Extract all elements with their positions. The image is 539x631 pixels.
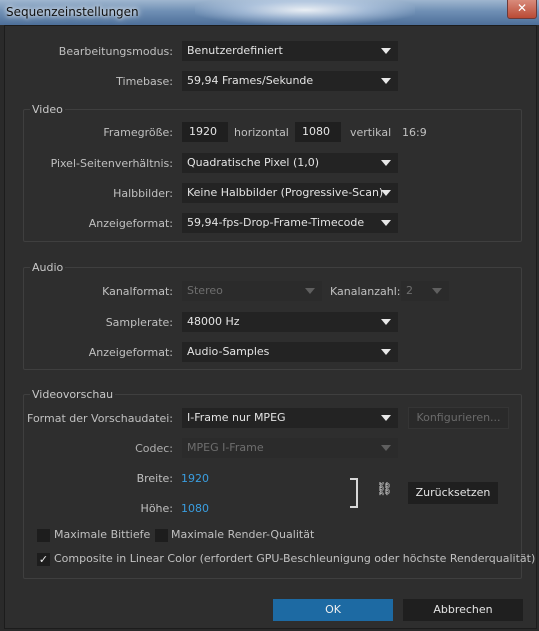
- channel-format-value: Stereo: [187, 284, 223, 297]
- chevron-down-icon: [305, 288, 315, 294]
- timebase-label: Timebase:: [116, 75, 173, 88]
- preview-file-format-dropdown[interactable]: I-Frame nur MPEG: [182, 408, 398, 428]
- frame-height-field[interactable]: 1080: [295, 122, 341, 142]
- preview-height-value[interactable]: 1080: [181, 502, 209, 515]
- chevron-down-icon: [381, 445, 391, 451]
- chevron-down-icon: [381, 48, 391, 54]
- sample-rate-dropdown[interactable]: 48000 Hz: [182, 312, 398, 332]
- aspect-ratio-text: 16:9: [402, 126, 427, 139]
- channel-count-value: 2: [406, 284, 413, 297]
- sample-rate-label: Samplerate:: [105, 316, 173, 329]
- video-preview-group-title: Videovorschau: [30, 388, 116, 401]
- max-bit-depth-label: Maximale Bittiefe: [54, 528, 151, 541]
- pixel-aspect-dropdown[interactable]: Quadratische Pixel (1,0): [182, 153, 398, 173]
- chevron-down-icon: [381, 78, 391, 84]
- sample-rate-value: 48000 Hz: [187, 315, 240, 328]
- edit-mode-dropdown[interactable]: Benutzerdefiniert: [182, 41, 398, 61]
- cancel-button[interactable]: Abbrechen: [403, 599, 523, 621]
- channel-count-label: Kanalanzahl:: [330, 285, 401, 298]
- chevron-down-icon: [432, 288, 442, 294]
- preview-file-format-value: I-Frame nur MPEG: [187, 411, 286, 424]
- video-display-format-dropdown[interactable]: 59,94-fps-Drop-Frame-Timecode: [182, 213, 398, 233]
- chevron-down-icon: [381, 190, 391, 196]
- fields-dropdown[interactable]: Keine Halbbilder (Progressive-Scan): [182, 183, 398, 203]
- audio-display-format-dropdown[interactable]: Audio-Samples: [182, 342, 398, 362]
- configure-button[interactable]: Konfigurieren...: [408, 407, 509, 429]
- channel-format-label: Kanalformat:: [102, 285, 173, 298]
- codec-dropdown[interactable]: MPEG I-Frame: [182, 438, 398, 458]
- max-render-quality-label: Maximale Render-Qualität: [171, 528, 315, 541]
- codec-value: MPEG I-Frame: [187, 441, 264, 454]
- chevron-down-icon: [381, 319, 391, 325]
- title-bar-glass: [195, 0, 415, 25]
- checkmark-icon: ✓: [38, 553, 49, 566]
- max-render-quality-checkbox[interactable]: [155, 529, 168, 542]
- frame-size-label: Framegröße:: [103, 126, 173, 139]
- frame-width-field[interactable]: 1920: [182, 122, 228, 142]
- edit-mode-label: Bearbeitungsmodus:: [58, 45, 173, 58]
- reset-button[interactable]: Zurücksetzen: [408, 482, 498, 504]
- preview-height-label: Höhe:: [140, 502, 173, 515]
- audio-group-title: Audio: [30, 261, 66, 274]
- chevron-down-icon: [381, 349, 391, 355]
- preview-width-value[interactable]: 1920: [181, 472, 209, 485]
- fields-value: Keine Halbbilder (Progressive-Scan): [187, 186, 384, 199]
- audio-display-format-label: Anzeigeformat:: [88, 346, 173, 359]
- horizontal-label: horizontal: [234, 126, 289, 139]
- channel-format-dropdown[interactable]: Stereo: [182, 281, 322, 301]
- title-bar: Sequenzeinstellungen ✕: [0, 0, 539, 25]
- close-icon: ✕: [516, 1, 528, 15]
- close-button[interactable]: ✕: [507, 0, 537, 19]
- pixel-aspect-value: Quadratische Pixel (1,0): [187, 156, 320, 169]
- video-display-format-label: Anzeigeformat:: [88, 217, 173, 230]
- pixel-aspect-label: Pixel-Seitenverhältnis:: [50, 157, 173, 170]
- sequence-settings-dialog: Bearbeitungsmodus: Benutzerdefiniert Tim…: [4, 25, 537, 629]
- ok-button[interactable]: OK: [273, 599, 393, 621]
- edit-mode-value: Benutzerdefiniert: [187, 44, 283, 57]
- vertical-label: vertikal: [350, 126, 392, 139]
- max-bit-depth-checkbox[interactable]: [37, 529, 50, 542]
- timebase-dropdown[interactable]: 59,94 Frames/Sekunde: [182, 71, 398, 91]
- audio-display-format-value: Audio-Samples: [187, 345, 270, 358]
- chevron-down-icon: [381, 415, 391, 421]
- composite-linear-color-label: Composite in Linear Color (erfordert GPU…: [54, 552, 536, 565]
- preview-file-format-label: Format der Vorschaudatei:: [27, 412, 173, 425]
- fields-label: Halbbilder:: [113, 187, 173, 200]
- chain-link-icon[interactable]: ⛓: [376, 482, 393, 497]
- timebase-value: 59,94 Frames/Sekunde: [187, 74, 314, 87]
- composite-linear-color-checkbox[interactable]: ✓: [37, 553, 50, 566]
- chevron-down-icon: [381, 160, 391, 166]
- window-title: Sequenzeinstellungen: [6, 5, 139, 19]
- video-display-format-value: 59,94-fps-Drop-Frame-Timecode: [187, 216, 365, 229]
- preview-width-label: Breite:: [136, 472, 173, 485]
- chevron-down-icon: [381, 220, 391, 226]
- codec-label: Codec:: [135, 442, 173, 455]
- aspect-link-bracket: [350, 478, 358, 508]
- video-group-title: Video: [30, 103, 65, 116]
- channel-count-dropdown[interactable]: 2: [401, 281, 449, 301]
